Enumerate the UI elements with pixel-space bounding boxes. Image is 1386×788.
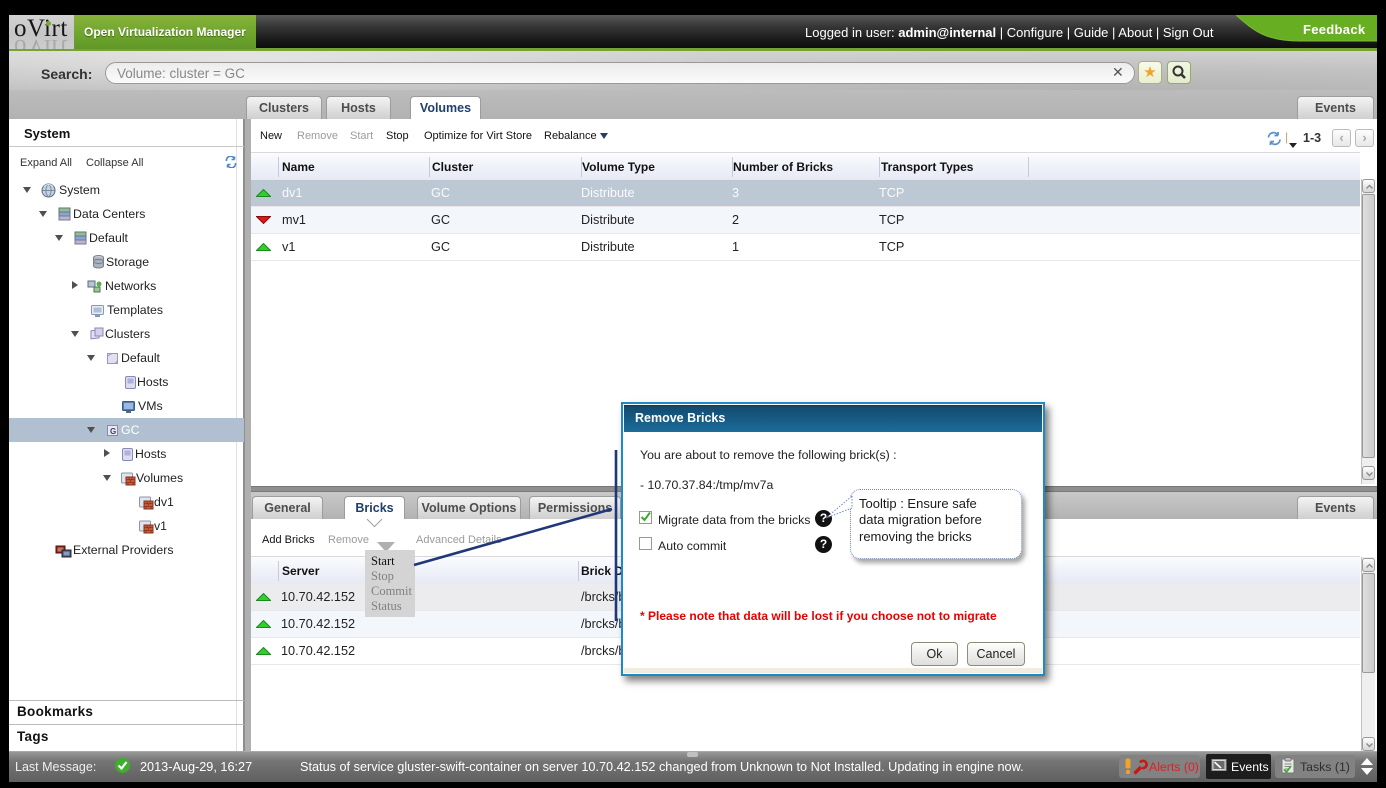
- svg-text:G: G: [110, 427, 116, 436]
